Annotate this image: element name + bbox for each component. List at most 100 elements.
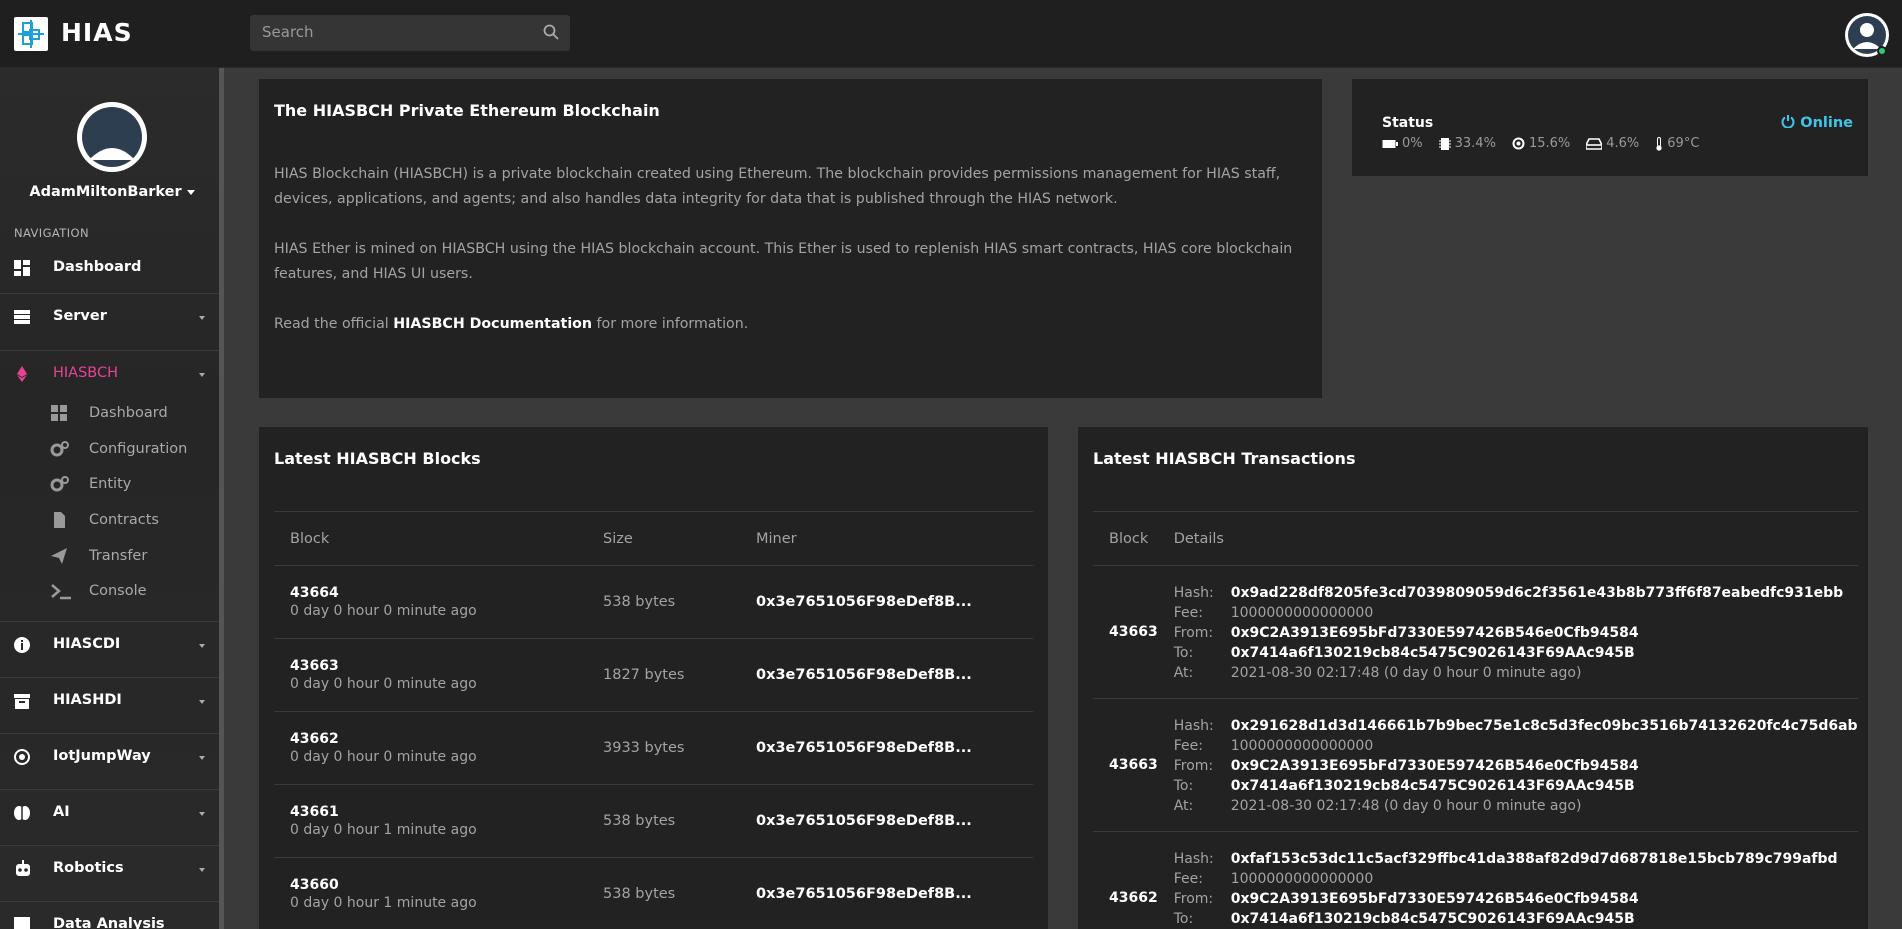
tx-to[interactable]: 0x7414a6f130219cb84c5475C9026143F69AAc94… [1231,643,1635,663]
block-number[interactable]: 43660 [290,877,587,893]
tx-to[interactable]: 0x7414a6f130219cb84c5475C9026143F69AAc94… [1231,909,1635,929]
ethereum-icon [13,365,31,383]
block-cell: 43662 0 day 0 hour 0 minute ago [274,711,587,785]
search-box [250,15,570,51]
caret-down-icon [199,756,205,760]
sidebar-item-hiasbch[interactable]: HIASBCH [0,350,219,398]
chart-icon [13,916,31,929]
to-label: To: [1173,778,1194,794]
sidebar-item-label: Server [53,308,107,324]
block-number[interactable]: 43662 [290,731,587,747]
table-row[interactable]: 43663 0 day 0 hour 0 minute ago 1827 byte… [274,638,1033,712]
tx-hash[interactable]: 0xfaf153c53dc11c5acf329ffbc41da388af82d9… [1231,849,1838,869]
tx-hash[interactable]: 0x9ad228df8205fe3cd7039809059d6c2f3561e4… [1231,583,1843,603]
block-miner[interactable]: 0x3e7651056F98eDef8B... [740,565,1033,639]
tx-block-number[interactable]: 43663 [1093,565,1158,699]
tx-to[interactable]: 0x7414a6f130219cb84c5475C9026143F69AAc94… [1231,776,1635,796]
block-age: 0 day 0 hour 0 minute ago [290,749,477,765]
send-icon [50,547,68,565]
intro-card: The HIASBCH Private Ethereum Blockchain … [259,79,1322,398]
nav-heading: NAVIGATION [14,226,89,240]
block-number[interactable]: 43663 [290,658,587,674]
tx-fee: 1000000000000000 [1230,605,1374,621]
terminal-icon [50,582,71,600]
table-row[interactable]: 43660 0 day 0 hour 1 minute ago 538 bytes… [274,857,1033,929]
tx-hash[interactable]: 0x291628d1d3d146661b7b9bec75e1c8c5d3fec0… [1231,716,1858,736]
status-card: Status Online 0% 33.4% 15.6% 4.6% 69°C [1352,79,1868,176]
block-miner[interactable]: 0x3e7651056F98eDef8B... [740,711,1033,785]
search-icon[interactable] [542,23,560,45]
sidebar-subitem-configuration[interactable]: Configuration [0,434,219,464]
sidebar-subitem-entity[interactable]: Entity [0,469,219,499]
table-row[interactable]: 43663 Hash: 0x9ad228df8205fe3cd7039809059… [1093,565,1858,699]
sidebar-item-dashboard[interactable]: Dashboard [0,245,219,293]
sidebar-item-iotjumpway[interactable]: IotJumpWay [0,733,219,781]
block-number[interactable]: 43661 [290,804,587,820]
search-input[interactable] [262,23,522,41]
from-label: From: [1173,625,1214,641]
app-name[interactable]: HIAS [61,18,133,47]
tx-time: 2021-08-30 02:17:48 (0 day 0 hour 0 minu… [1230,798,1582,814]
hias-logo-icon[interactable] [14,17,48,51]
intro-paragraph-1: HIAS Blockchain (HIASBCH) is a private b… [274,166,1281,207]
block-number[interactable]: 43664 [290,585,587,601]
chip-icon [13,748,31,766]
sidebar-item-ai[interactable]: AI [0,789,219,837]
sidebar-subitem-contracts[interactable]: Contracts [0,505,219,535]
table-header-row: Block Size Miner [274,511,1033,566]
tx-details: Hash: 0xfaf153c53dc11c5acf329ffbc41da388a… [1157,831,1858,929]
brain-icon [13,804,31,822]
transactions-title: Latest HIASBCH Transactions [1093,449,1356,468]
blocks-card: Latest HIASBCH Blocks Block Size Miner 4… [259,427,1048,929]
cpu-value: 33.4% [1454,136,1496,151]
sidebar-item-hiascdi[interactable]: HIASCDI [0,621,219,669]
tx-from[interactable]: 0x9C2A3913E695bFd7330E597426B546e0Cfb945… [1231,623,1639,643]
sidebar-subitem-transfer[interactable]: Transfer [0,541,219,571]
sidebar-username[interactable]: AdamMiltonBarker [0,184,224,200]
sidebar-item-robotics[interactable]: Robotics [0,845,219,893]
block-cell: 43661 0 day 0 hour 1 minute ago [274,784,587,858]
gears-icon [50,475,69,493]
at-label: At: [1173,665,1194,681]
disk-icon [1586,137,1603,150]
tx-details: Hash: 0x291628d1d3d146661b7b9bec75e1c8c5d… [1157,698,1858,832]
table-row[interactable]: 43662 Hash: 0xfaf153c53dc11c5acf329ffbc41… [1093,831,1858,929]
sidebar-subitem-label: Dashboard [89,405,168,421]
to-label: To: [1173,911,1194,927]
tx-block-number[interactable]: 43662 [1093,831,1158,929]
sidebar-subitem-dashboard[interactable]: Dashboard [0,398,219,428]
caret-down-icon [199,644,205,648]
block-miner[interactable]: 0x3e7651056F98eDef8B... [740,784,1033,858]
block-age: 0 day 0 hour 0 minute ago [290,676,477,692]
block-cell: 43660 0 day 0 hour 1 minute ago [274,857,587,929]
table-row[interactable]: 43664 0 day 0 hour 0 minute ago 538 bytes… [274,565,1033,639]
sidebar-item-server[interactable]: Server [0,293,219,341]
sidebar-item-data-analysis[interactable]: Data Analysis [0,901,219,929]
sidebar-subitem-console[interactable]: Console [0,576,219,606]
tx-from[interactable]: 0x9C2A3913E695bFd7330E597426B546e0Cfb945… [1231,889,1639,909]
sidebar-item-hiashdi[interactable]: HIASHDI [0,677,219,725]
block-age: 0 day 0 hour 1 minute ago [290,895,477,911]
block-size: 1827 bytes [587,638,740,712]
block-miner[interactable]: 0x3e7651056F98eDef8B... [740,857,1033,929]
sidebar-subitem-label: Configuration [89,441,188,457]
sidebar-avatar[interactable] [77,102,147,172]
sidebar-scrollbar[interactable] [219,68,224,929]
documentation-link[interactable]: HIASBCH Documentation [393,316,592,332]
sidebar-item-label: AI [53,804,70,820]
block-cell: 43664 0 day 0 hour 0 minute ago [274,565,587,639]
block-miner[interactable]: 0x3e7651056F98eDef8B... [740,638,1033,712]
tx-from[interactable]: 0x9C2A3913E695bFd7330E597426B546e0Cfb945… [1231,756,1639,776]
table-row[interactable]: 43662 0 day 0 hour 0 minute ago 3933 byte… [274,711,1033,785]
sidebar-item-label: Robotics [53,860,124,876]
sidebar-item-label: HIASHDI [53,692,122,708]
hash-label: Hash: [1173,718,1214,734]
block-age: 0 day 0 hour 0 minute ago [290,603,477,619]
dashboard-icon [50,404,68,422]
table-row[interactable]: 43661 0 day 0 hour 1 minute ago 538 bytes… [274,784,1033,858]
status-online: Online [1781,114,1853,131]
sidebar-item-label: Dashboard [53,259,142,275]
block-size: 3933 bytes [587,711,740,785]
tx-block-number[interactable]: 43663 [1093,698,1158,832]
table-row[interactable]: 43663 Hash: 0x291628d1d3d146661b7b9bec75e… [1093,698,1858,832]
